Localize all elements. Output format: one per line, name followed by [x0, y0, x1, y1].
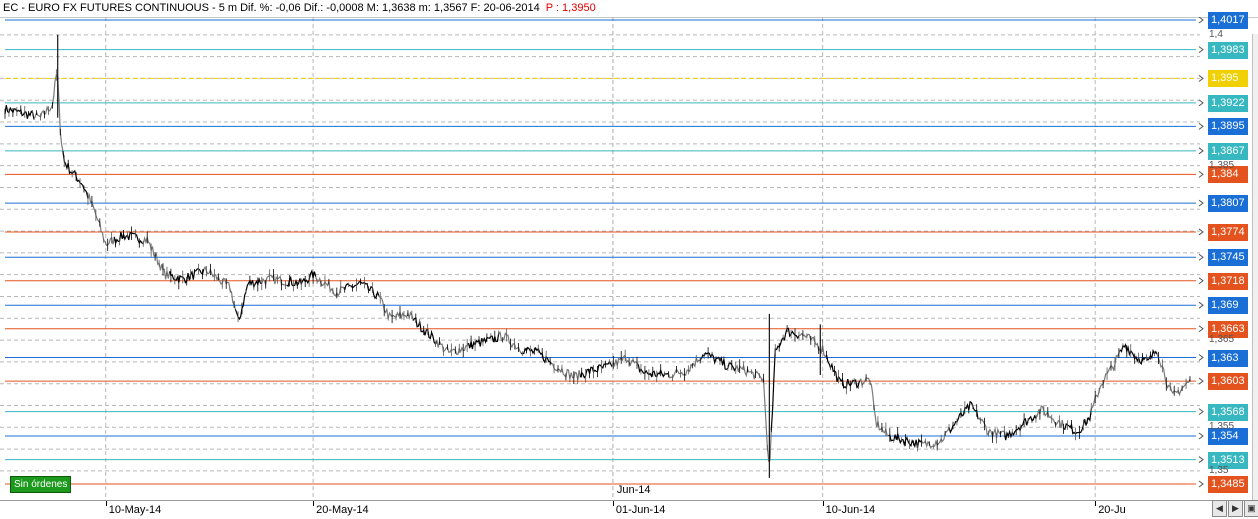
price-series-line	[344, 281, 380, 300]
price-level-label[interactable]: 1,3807	[1208, 195, 1248, 213]
level-marker-icon	[1198, 170, 1204, 178]
price-level-label[interactable]: 1,3895	[1208, 118, 1248, 136]
time-axis: 10-May-14 20-May-14 Jun-14 01-Jun-14 10-Jun-…	[0, 484, 1258, 519]
current-price-label: P : 1,3950	[545, 2, 596, 14]
price-series-line	[920, 426, 950, 450]
level-marker-icon	[1198, 253, 1204, 261]
x-tick-label: Jun-14	[616, 484, 651, 496]
level-marker-icon	[1198, 277, 1204, 285]
level-marker-icon	[1198, 228, 1204, 236]
price-series-line	[579, 360, 613, 379]
price-level-label[interactable]: 1,3774	[1208, 223, 1248, 241]
price-level-label[interactable]: 1,363	[1208, 349, 1248, 367]
x-tick-mark	[105, 501, 107, 506]
price-level-label[interactable]: 1,3485	[1208, 476, 1248, 493]
price-series-line	[770, 327, 800, 431]
level-marker-icon	[1198, 17, 1204, 24]
price-series-line	[4, 105, 35, 120]
price-level-label[interactable]: 1,3568	[1208, 403, 1248, 421]
level-marker-icon	[1198, 325, 1204, 333]
price-level-label[interactable]: 1,4017	[1208, 12, 1248, 29]
price-series-line	[668, 357, 703, 379]
price-level-label[interactable]: 1,3922	[1208, 94, 1248, 112]
orders-status-badge[interactable]: Sin órdenes	[10, 476, 72, 493]
x-tick-mark	[822, 501, 824, 506]
level-marker-icon	[1198, 456, 1204, 463]
x-tick-mark	[1095, 501, 1097, 506]
x-tick-label: 10-Jun-14	[825, 504, 876, 516]
y-scale-label: 1,35	[1209, 464, 1229, 476]
price-scale-strip[interactable]	[1252, 34, 1258, 517]
x-tick-label: 01-Jun-14	[615, 504, 666, 516]
y-scale-label: 1,365	[1209, 334, 1235, 346]
chart-title-bar: EC - EURO FX FUTURES CONTINUOUS - 5 m Di…	[0, 0, 1258, 18]
level-marker-icon	[1198, 99, 1204, 107]
price-series-line	[467, 332, 500, 350]
price-level-label[interactable]: 1,3718	[1208, 272, 1248, 290]
level-marker-icon	[1198, 46, 1204, 54]
price-series-line	[436, 338, 470, 356]
level-marker-icon	[1198, 377, 1204, 385]
level-marker-icon	[1198, 480, 1204, 488]
level-marker-icon	[1198, 432, 1204, 440]
x-tick-mark	[612, 501, 614, 506]
level-marker-icon	[1198, 199, 1204, 207]
scroll-right-button[interactable]: ▶	[1228, 500, 1243, 517]
scroll-left-button[interactable]: ◀	[1212, 500, 1227, 517]
price-series-line	[498, 331, 522, 354]
price-series-line	[142, 235, 171, 280]
save-button[interactable]: ▣	[1244, 500, 1258, 517]
x-tick-label: 10-May-14	[108, 504, 162, 516]
price-series-line	[1090, 349, 1121, 410]
price-level-label[interactable]: 1,3983	[1208, 41, 1248, 59]
price-level-label[interactable]: 1,395	[1208, 70, 1248, 88]
level-marker-icon	[1198, 123, 1204, 130]
y-scale-label: 1,385	[1209, 159, 1235, 171]
level-marker-icon	[1198, 354, 1204, 361]
level-marker-icon	[1198, 301, 1204, 309]
y-scale-label: 1,355	[1209, 421, 1235, 433]
chart-title: EC - EURO FX FUTURES CONTINUOUS - 5 m Di…	[3, 2, 540, 14]
y-scale-label: 1,4	[1209, 28, 1223, 40]
price-chart[interactable]	[0, 17, 1258, 500]
level-marker-icon	[1198, 408, 1204, 416]
price-level-label[interactable]: 1,3603	[1208, 373, 1248, 391]
level-marker-icon	[1198, 147, 1204, 155]
price-series-line	[735, 363, 772, 463]
x-tick-label: 20-Ju	[1098, 504, 1126, 516]
price-level-label[interactable]: 1,3867	[1208, 142, 1248, 160]
price-level-label[interactable]: 1,3745	[1208, 249, 1248, 267]
price-level-label[interactable]: 1,369	[1208, 297, 1248, 315]
x-tick-label: 20-May-14	[316, 504, 369, 516]
chart-controls: ◀▶▣⇱	[1212, 500, 1258, 517]
chart-plot-area[interactable]	[0, 17, 1258, 517]
x-tick-mark	[313, 501, 315, 506]
price-series-line	[637, 364, 669, 378]
price-series-line	[203, 265, 236, 310]
